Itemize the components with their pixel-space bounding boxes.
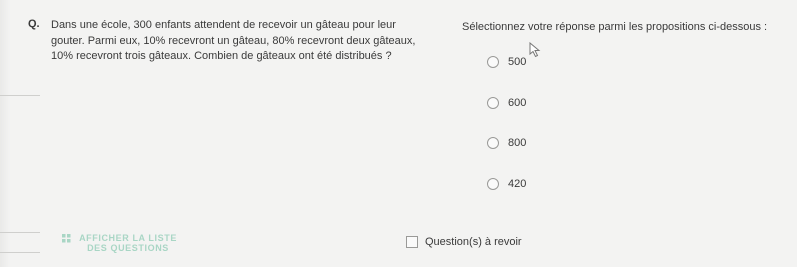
divider bbox=[0, 95, 40, 96]
answer-option-420[interactable]: 420 bbox=[487, 178, 526, 190]
review-label: Question(s) à revoir bbox=[425, 236, 522, 248]
answer-option-label: 800 bbox=[508, 137, 527, 149]
left-edge-strip bbox=[0, 0, 40, 267]
answer-option-label: 500 bbox=[508, 56, 527, 68]
answer-option-600[interactable]: 600 bbox=[487, 97, 526, 109]
answer-instructions: Sélectionnez votre réponse parmi les pro… bbox=[462, 21, 768, 33]
show-question-list-label: AFFICHER LA LISTE DES QUESTIONS bbox=[79, 233, 177, 253]
divider bbox=[0, 252, 40, 253]
radio-button[interactable] bbox=[487, 97, 499, 109]
radio-button[interactable] bbox=[487, 137, 499, 149]
mouse-cursor-icon bbox=[529, 42, 541, 58]
radio-button[interactable] bbox=[487, 56, 499, 68]
question-label: Q. bbox=[28, 18, 40, 30]
question-text: Dans une école, 300 enfants attendent de… bbox=[51, 19, 416, 62]
grid-icon bbox=[62, 234, 71, 243]
answer-option-label: 420 bbox=[508, 178, 527, 190]
show-question-list-button[interactable]: AFFICHER LA LISTE DES QUESTIONS bbox=[62, 233, 180, 253]
answer-option-800[interactable]: 800 bbox=[487, 137, 526, 149]
answer-option-500[interactable]: 500 bbox=[487, 56, 526, 68]
divider bbox=[0, 232, 40, 233]
radio-button[interactable] bbox=[487, 178, 499, 190]
review-question-toggle[interactable]: Question(s) à revoir bbox=[406, 236, 522, 248]
review-checkbox[interactable] bbox=[406, 236, 418, 248]
answer-option-label: 600 bbox=[508, 97, 527, 109]
